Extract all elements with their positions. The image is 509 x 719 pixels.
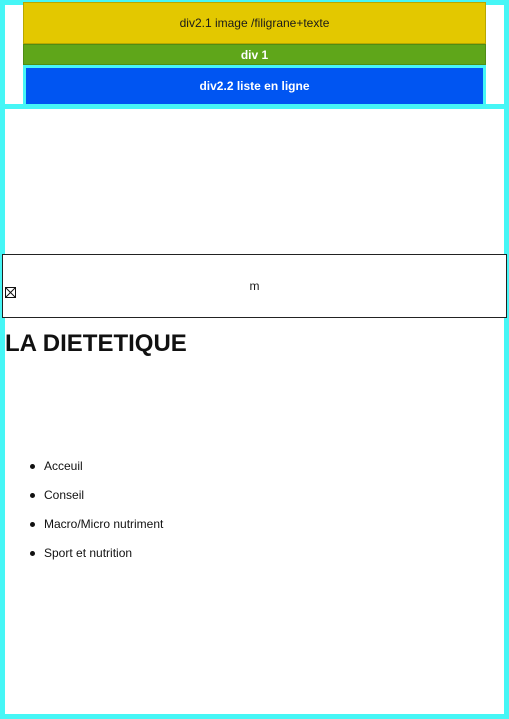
image-filigrane-block: div2.1 image /filigrane+texte [23,2,486,44]
bullet-icon [30,464,35,469]
image-filigrane-label: div2.1 image /filigrane+texte [179,16,330,30]
nav-item-conseil[interactable]: Conseil [30,488,163,502]
nav-item-label: Acceuil [44,459,83,473]
bullet-icon [30,522,35,527]
page-title: LA DIETETIQUE [5,330,187,357]
div1-label: div 1 [240,47,269,62]
nav-item-acceuil[interactable]: Acceuil [30,459,163,473]
nav-item-label: Conseil [44,488,85,502]
div1-bar: div 1 [23,44,486,65]
bullet-icon [30,493,35,498]
nav-item-sport-et-nutrition[interactable]: Sport et nutrition [30,546,163,560]
header-divider [0,104,509,109]
bullet-icon [30,551,35,556]
nav-item-macro-micro-nutriment[interactable]: Macro/Micro nutriment [30,517,164,531]
nav-item-label: Sport et nutrition [44,546,133,560]
marquee-box: m [2,254,507,318]
inline-list-label: div2.2 liste en ligne [199,79,310,93]
nav-list: Acceuil Conseil Macro/Micro nutriment Sp… [30,459,164,575]
inline-list-block: div2.2 liste en ligne [23,65,486,107]
marquee-text: m [249,279,260,293]
nav-item-label: Macro/Micro nutriment [44,517,164,531]
